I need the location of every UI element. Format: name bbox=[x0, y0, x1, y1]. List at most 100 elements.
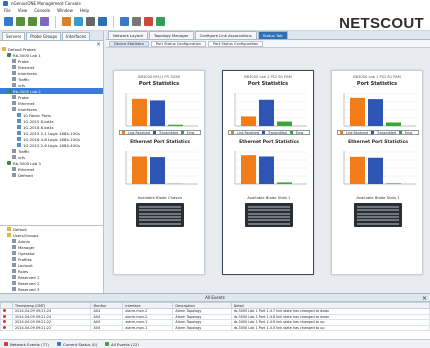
received-bar[interactable] bbox=[241, 155, 256, 184]
status-item[interactable]: Current Status (0) bbox=[56, 341, 98, 347]
received-bar[interactable] bbox=[132, 156, 147, 184]
tree-item-label: Rb-3000 Lab 1 bbox=[13, 52, 41, 58]
node-icon bbox=[12, 71, 16, 75]
transmitted-bar[interactable] bbox=[368, 157, 383, 184]
report-icon[interactable] bbox=[144, 17, 153, 26]
legend-label: Link Received bbox=[346, 130, 369, 135]
tab-status-tab[interactable]: Status Tab bbox=[257, 31, 288, 39]
tree-item-label: 1G-2018 8-bd4s bbox=[23, 124, 54, 130]
error-bar[interactable] bbox=[277, 121, 292, 126]
chart-legend: Link Received Transmitted Error bbox=[228, 130, 310, 135]
transmitted-bar[interactable] bbox=[150, 157, 165, 184]
help-icon[interactable] bbox=[98, 17, 107, 26]
tree-item-label: 1G-2018 4-8 Logic 1884-10Gs bbox=[23, 136, 80, 142]
blade-slot bbox=[139, 219, 181, 222]
transmitted-bar[interactable] bbox=[259, 156, 274, 184]
export-icon[interactable] bbox=[156, 17, 165, 26]
events-panel: All Events × Timestamp (GMT) Monitor Inter… bbox=[0, 293, 430, 339]
blade-chassis-image[interactable] bbox=[354, 203, 402, 227]
port-icon bbox=[17, 143, 21, 147]
port-icon bbox=[17, 137, 21, 141]
tab-probe-groups[interactable]: Probe Groups bbox=[26, 32, 62, 40]
port-icon bbox=[17, 119, 21, 123]
subtab[interactable]: Device Statistics bbox=[109, 40, 149, 47]
tree-item-label: Reserved 2 bbox=[18, 280, 40, 286]
tab-servers[interactable]: Servers bbox=[2, 32, 26, 40]
subtab[interactable]: Port Status Configuration bbox=[150, 40, 207, 47]
blade-chassis-title: Available Blade Slots 1 bbox=[247, 195, 291, 200]
node-icon bbox=[12, 59, 16, 63]
legend-label: Transmitted bbox=[377, 130, 396, 135]
error-bar[interactable] bbox=[386, 183, 401, 184]
device-card[interactable]: BB3000 Lab 1 PS2 B1 PAM Port Statistics Li… bbox=[222, 70, 314, 275]
menu-file[interactable]: File bbox=[4, 8, 11, 13]
legend-swatch bbox=[262, 131, 266, 134]
received-bar[interactable] bbox=[350, 156, 365, 184]
node-icon bbox=[12, 251, 16, 255]
blade-slot bbox=[248, 209, 290, 212]
legend-label: Error bbox=[404, 130, 413, 135]
tree-item-label: Default Probes bbox=[8, 46, 36, 52]
blade-slot bbox=[139, 212, 181, 215]
tree-item-label: vrfs bbox=[18, 82, 26, 88]
transmitted-bar[interactable] bbox=[150, 100, 165, 126]
toolbar-separator bbox=[113, 15, 114, 28]
tab-configure-link-associations[interactable]: Configure Link Associations bbox=[194, 31, 257, 39]
chart-icon[interactable] bbox=[62, 17, 71, 26]
blade-chassis-image[interactable] bbox=[136, 203, 184, 227]
status-item[interactable]: All Events (22) bbox=[105, 342, 139, 347]
tree-item[interactable]: Defined bbox=[0, 172, 103, 178]
node-icon bbox=[12, 149, 16, 153]
devices-icon[interactable] bbox=[40, 17, 49, 26]
tree-item-label: Users/Groups bbox=[13, 232, 39, 238]
tab-topology-manager[interactable]: Topology Manager bbox=[148, 31, 194, 39]
legend-swatch bbox=[340, 131, 343, 134]
tab-network-layout[interactable]: Network Layout bbox=[108, 31, 148, 39]
device-card[interactable]: BB3000 IM1/1 FR 7D2B Port Statistics Link … bbox=[113, 70, 205, 275]
menu-view[interactable]: View bbox=[18, 8, 28, 13]
tab-label: Status Tab bbox=[262, 33, 283, 38]
blade-chassis-image[interactable] bbox=[245, 203, 293, 227]
refresh-icon[interactable] bbox=[74, 17, 83, 26]
node-icon bbox=[12, 275, 16, 279]
transmitted-bar[interactable] bbox=[259, 99, 274, 126]
port-statistics-title: Port Statistics bbox=[247, 81, 289, 87]
node-icon bbox=[12, 155, 16, 159]
table-cell: 2014-04-09 09:21:22 bbox=[12, 324, 92, 331]
print-icon[interactable] bbox=[86, 17, 95, 26]
received-bar[interactable] bbox=[350, 97, 365, 126]
status-label: Current Status (0) bbox=[62, 341, 98, 347]
view-tabs: Device Statistics Port Status Configurati… bbox=[106, 40, 430, 48]
blade-slot bbox=[248, 206, 290, 208]
status-item[interactable]: Network Events (77) bbox=[4, 342, 49, 347]
tree-item-label: Interfaces bbox=[18, 70, 37, 76]
subtab[interactable]: Port Status Configuration bbox=[208, 40, 264, 47]
received-bar[interactable] bbox=[132, 98, 147, 126]
device-icon bbox=[7, 89, 11, 93]
device-card[interactable]: BB3000 Lab 1 PS2 B1 PAM Port Statistics Li… bbox=[331, 70, 423, 275]
grid-icon[interactable] bbox=[120, 17, 129, 26]
node-icon bbox=[12, 245, 16, 249]
tree-item-label: 1G-2015 8-bd4s bbox=[23, 118, 54, 124]
tree-item-label: Default bbox=[13, 226, 27, 232]
back-icon[interactable] bbox=[16, 17, 25, 26]
transmitted-bar[interactable] bbox=[368, 99, 383, 126]
node-icon bbox=[12, 167, 16, 171]
tree-item-label: Profiles bbox=[18, 256, 32, 262]
tree-item-label: Probe bbox=[18, 94, 29, 100]
table-row[interactable]: 2014-04-09 09:21:22 A04 alarm-mon-1 Alarm T… bbox=[0, 324, 430, 331]
error-bar[interactable] bbox=[168, 124, 183, 126]
menu-console[interactable]: Console bbox=[34, 8, 50, 13]
close-icon[interactable]: × bbox=[422, 295, 427, 302]
received-bar[interactable] bbox=[241, 116, 256, 126]
menu-help[interactable]: Help bbox=[80, 8, 89, 13]
tab-interfaces[interactable]: Interfaces bbox=[62, 32, 91, 40]
tree-item-label: Reserved 1 bbox=[18, 274, 40, 280]
error-bar[interactable] bbox=[386, 122, 401, 126]
menu-window[interactable]: Window bbox=[57, 8, 73, 13]
port-statistics-chart bbox=[234, 93, 307, 127]
forward-icon[interactable] bbox=[28, 17, 37, 26]
home-icon[interactable] bbox=[4, 17, 13, 26]
error-bar[interactable] bbox=[277, 182, 292, 184]
settings-icon[interactable] bbox=[132, 17, 141, 26]
